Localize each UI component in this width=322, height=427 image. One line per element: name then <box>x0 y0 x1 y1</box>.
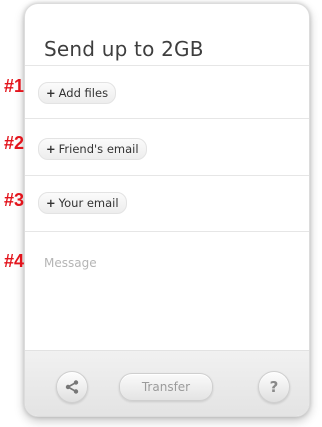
divider <box>25 175 309 176</box>
transfer-button[interactable]: Transfer <box>119 373 213 401</box>
your-email-label: Your email <box>58 196 119 210</box>
plus-icon: + <box>46 196 56 210</box>
share-icon <box>65 379 79 394</box>
friends-email-label: Friend's email <box>58 142 139 156</box>
divider <box>25 231 309 232</box>
add-files-button[interactable]: + Add files <box>38 82 117 104</box>
message-field[interactable]: Message <box>44 256 97 270</box>
plus-icon: + <box>46 142 56 156</box>
plus-icon: + <box>46 86 56 100</box>
annotation-marker-1: #1 <box>4 76 25 96</box>
card-title: Send up to 2GB <box>44 37 204 61</box>
stage: Send up to 2GB + Add files + Friend's emai… <box>0 0 322 427</box>
transfer-card: Send up to 2GB + Add files + Friend's emai… <box>24 3 310 417</box>
annotation-marker-4: #4 <box>4 251 25 271</box>
divider <box>25 65 309 66</box>
help-button[interactable]: ? <box>258 371 290 403</box>
your-email-button[interactable]: + Your email <box>38 192 127 214</box>
add-files-label: Add files <box>58 86 109 100</box>
annotation-marker-3: #3 <box>4 190 25 210</box>
annotation-marker-2: #2 <box>4 133 25 153</box>
share-button[interactable] <box>56 371 88 403</box>
friends-email-button[interactable]: + Friend's email <box>38 138 147 160</box>
divider <box>25 118 309 119</box>
card-footer: Transfer ? <box>25 350 309 416</box>
